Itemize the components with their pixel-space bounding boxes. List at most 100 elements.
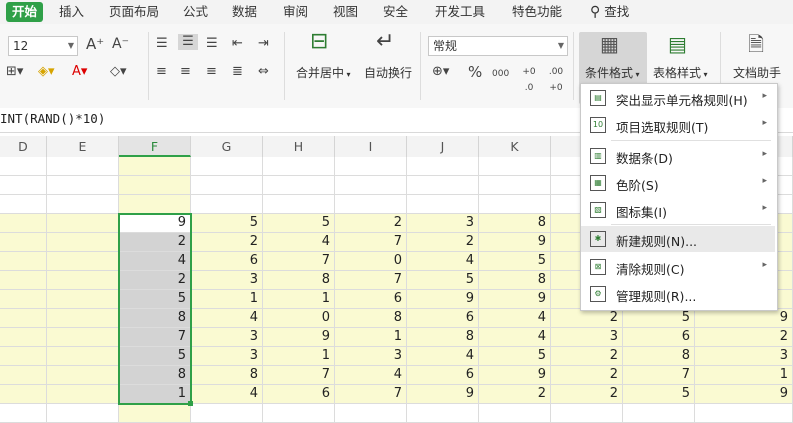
menu-item-top-bottom-rules[interactable]: 10 项目选取规则(T) ▸ (581, 112, 775, 138)
distributed-icon[interactable]: ⇔ (258, 64, 269, 80)
cell[interactable]: 9 (263, 328, 335, 347)
doc-helper-button[interactable]: 文档助手 (733, 64, 781, 81)
cell[interactable] (479, 157, 551, 176)
cell[interactable] (47, 290, 119, 309)
cell[interactable]: 2 (335, 214, 407, 233)
merge-center-icon[interactable]: ⊟ (310, 31, 328, 53)
cell[interactable]: 8 (479, 271, 551, 290)
cell[interactable]: 8 (623, 347, 695, 366)
cell[interactable]: 2 (551, 347, 623, 366)
cell[interactable] (479, 176, 551, 195)
cell[interactable]: 6 (191, 252, 263, 271)
cell[interactable] (0, 328, 47, 347)
cell[interactable]: 3 (335, 347, 407, 366)
cell[interactable] (407, 195, 479, 214)
font-color-icon[interactable]: A▾ (72, 64, 87, 80)
cell[interactable] (0, 404, 47, 423)
align-left-icon[interactable]: ≡ (156, 64, 167, 80)
cell[interactable]: 7 (335, 271, 407, 290)
increase-indent-icon[interactable]: ⇥ (258, 36, 269, 52)
cell[interactable] (0, 176, 47, 195)
cell[interactable]: 3 (695, 347, 793, 366)
decrease-decimal-button[interactable]: .00 +0 (544, 64, 568, 96)
table-style-button[interactable]: 表格样式 ▾ (653, 64, 708, 81)
cell[interactable] (47, 366, 119, 385)
cell[interactable] (335, 157, 407, 176)
increase-font-icon[interactable]: A⁺ (86, 36, 104, 52)
cell[interactable]: 6 (263, 385, 335, 404)
cell[interactable] (191, 404, 263, 423)
menu-item-color-scales[interactable]: ▦ 色阶(S) ▸ (581, 170, 775, 196)
cell[interactable]: 8 (119, 309, 191, 328)
cell[interactable] (0, 252, 47, 271)
cell[interactable] (263, 176, 335, 195)
tab-insert[interactable]: 插入 (59, 0, 84, 24)
cell[interactable] (695, 404, 793, 423)
cell[interactable]: 0 (263, 309, 335, 328)
cell[interactable] (119, 176, 191, 195)
align-middle-icon[interactable]: ☰ (178, 34, 198, 50)
cell[interactable] (0, 233, 47, 252)
column-header-i[interactable]: I (335, 136, 407, 157)
cell[interactable] (335, 404, 407, 423)
cell[interactable]: 1 (119, 385, 191, 404)
cell[interactable] (47, 214, 119, 233)
percent-button[interactable]: % (468, 64, 482, 80)
cell[interactable]: 8 (119, 366, 191, 385)
menu-item-icon-sets[interactable]: ▧ 图标集(I) ▸ (581, 197, 775, 223)
cell[interactable]: 4 (191, 385, 263, 404)
cell[interactable] (47, 252, 119, 271)
doc-helper-icon[interactable]: 🗎 (748, 34, 764, 54)
cell[interactable] (191, 157, 263, 176)
align-bottom-icon[interactable]: ☰ (206, 36, 218, 52)
cell[interactable] (551, 404, 623, 423)
cell[interactable]: 3 (551, 328, 623, 347)
tab-special-features[interactable]: 特色功能 (512, 0, 562, 24)
cell[interactable] (47, 176, 119, 195)
cell[interactable] (47, 271, 119, 290)
cell[interactable]: 9 (407, 290, 479, 309)
cell[interactable]: 3 (191, 271, 263, 290)
cell[interactable]: 9 (479, 233, 551, 252)
cell[interactable]: 5 (263, 214, 335, 233)
cell[interactable]: 5 (407, 271, 479, 290)
cell[interactable]: 1 (263, 290, 335, 309)
cell[interactable] (0, 271, 47, 290)
cell[interactable]: 5 (623, 309, 695, 328)
fill-color-icon[interactable]: ◈▾ (38, 64, 55, 80)
thousands-separator-button[interactable]: 000 (492, 66, 509, 82)
cell[interactable]: 9 (119, 214, 191, 233)
cell[interactable]: 6 (407, 366, 479, 385)
cell[interactable]: 1 (335, 328, 407, 347)
cell[interactable] (263, 404, 335, 423)
tab-review[interactable]: 审阅 (283, 0, 308, 24)
cell[interactable]: 4 (119, 252, 191, 271)
cell[interactable] (0, 309, 47, 328)
cell[interactable]: 9 (695, 309, 793, 328)
cell[interactable]: 7 (119, 328, 191, 347)
cell[interactable]: 1 (263, 347, 335, 366)
merge-center-button[interactable]: 合并居中 ▾ (296, 64, 351, 81)
cell[interactable]: 9 (479, 366, 551, 385)
cell[interactable]: 3 (191, 347, 263, 366)
column-header-f[interactable]: F (119, 136, 191, 157)
cell[interactable]: 2 (551, 385, 623, 404)
cell[interactable]: 8 (407, 328, 479, 347)
decrease-indent-icon[interactable]: ⇤ (232, 36, 243, 52)
clear-format-icon[interactable]: ◇▾ (110, 64, 127, 80)
number-format-select[interactable]: 常规 ▼ (428, 36, 568, 56)
cell[interactable]: 4 (191, 309, 263, 328)
tab-developer[interactable]: 开发工具 (435, 0, 485, 24)
tab-data[interactable]: 数据 (232, 0, 257, 24)
cell[interactable] (0, 366, 47, 385)
cell[interactable]: 9 (407, 385, 479, 404)
column-header-k[interactable]: K (479, 136, 551, 157)
cell[interactable]: 5 (479, 347, 551, 366)
cell[interactable] (119, 404, 191, 423)
cell[interactable]: 0 (335, 252, 407, 271)
cell[interactable]: 2 (479, 385, 551, 404)
cell[interactable] (47, 309, 119, 328)
cell[interactable] (47, 157, 119, 176)
cell[interactable]: 5 (119, 347, 191, 366)
cell[interactable] (335, 176, 407, 195)
